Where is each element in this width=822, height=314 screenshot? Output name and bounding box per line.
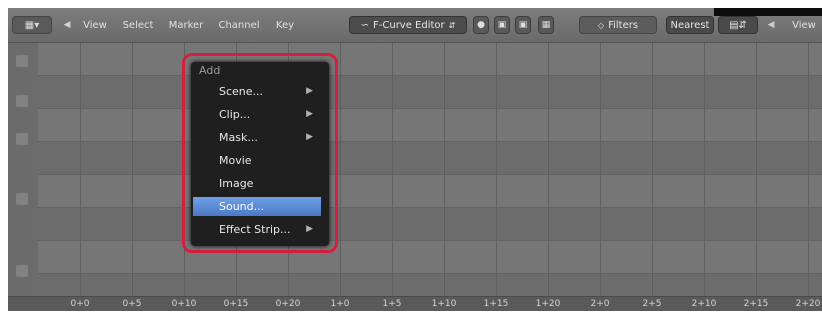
- frame-gridline: [652, 43, 653, 296]
- channel-gutter[interactable]: [8, 43, 39, 296]
- submenu-arrow-icon: ▶: [306, 109, 313, 119]
- menu-view-right[interactable]: View: [786, 16, 822, 34]
- mode-select-label: F-Curve Editor: [373, 19, 445, 31]
- frame-gridline: [808, 43, 809, 296]
- submenu-arrow-icon: ▶: [306, 132, 313, 142]
- channel-marker: [16, 193, 28, 205]
- ruler-tick-label: 1+15: [483, 299, 509, 309]
- add-menu: Add Scene... ▶ Clip... ▶ Mask... ▶ Movie Image S…: [191, 62, 329, 246]
- frame-gridline: [392, 43, 393, 296]
- display-icon[interactable]: ▦: [538, 16, 554, 34]
- ruler-tick-label: 2+20: [795, 299, 821, 309]
- ruler-tick-label: 0+10: [171, 299, 197, 309]
- menu-channel[interactable]: Channel: [214, 16, 264, 34]
- sequencer-editor[interactable]: ▦▾ ◀ View Select Marker Channel Key ∽ F-…: [8, 8, 822, 311]
- updown-icon: ⇵: [448, 20, 456, 30]
- filter-icon: ◇: [597, 20, 605, 30]
- frame-gridline: [548, 43, 549, 296]
- ruler-tick-label: 2+15: [743, 299, 769, 309]
- nearest-label: Nearest: [670, 19, 710, 31]
- frame-gridline: [444, 43, 445, 296]
- menu-select[interactable]: Select: [118, 16, 158, 34]
- add-menu-item-effect-strip[interactable]: Effect Strip... ▶: [193, 220, 321, 239]
- ruler-tick-label: 1+10: [431, 299, 457, 309]
- menu-item-label: Mask...: [219, 131, 258, 144]
- menu-item-label: Scene...: [219, 85, 264, 98]
- submenu-arrow-icon: ▶: [306, 86, 313, 96]
- menu-item-label: Clip...: [219, 108, 251, 121]
- ruler-tick-label: 1+0: [330, 299, 350, 309]
- menu-item-label: Sound...: [219, 200, 265, 213]
- frame-gridline: [704, 43, 705, 296]
- frame-gridline: [132, 43, 133, 296]
- add-menu-title: Add: [199, 64, 221, 77]
- add-menu-item-movie[interactable]: Movie: [193, 151, 321, 170]
- editor-header: ▦▾ ◀ View Select Marker Channel Key ∽ F-…: [8, 8, 822, 43]
- frame-gridline: [340, 43, 341, 296]
- channel-marker: [16, 133, 28, 145]
- ruler-tick-label: 0+0: [70, 299, 90, 309]
- add-menu-item-image[interactable]: Image: [193, 174, 321, 193]
- channel-marker: [16, 265, 28, 277]
- channel-marker: [16, 55, 28, 67]
- ruler-tick-label: 2+5: [642, 299, 662, 309]
- preview-icon[interactable]: ▣: [494, 16, 510, 34]
- collapse-menus-icon[interactable]: ◀: [60, 16, 74, 34]
- menu-view[interactable]: View: [78, 16, 112, 34]
- submenu-arrow-icon: ▶: [306, 224, 313, 234]
- ruler-tick-label: 0+5: [122, 299, 142, 309]
- menu-key[interactable]: Key: [270, 16, 300, 34]
- mode-select[interactable]: ∽ F-Curve Editor ⇵: [349, 16, 467, 34]
- ruler-tick-label: 0+20: [275, 299, 301, 309]
- menu-item-label: Movie: [219, 154, 252, 167]
- ruler-tick-label: 1+20: [535, 299, 561, 309]
- frame-gridline: [80, 43, 81, 296]
- frame-gridline: [496, 43, 497, 296]
- collapse-right-icon[interactable]: ◀: [764, 16, 778, 34]
- add-menu-item-scene[interactable]: Scene... ▶: [193, 82, 321, 101]
- menu-marker[interactable]: Marker: [164, 16, 208, 34]
- editor-type-icon: ▦▾: [24, 19, 40, 31]
- menu-item-label: Effect Strip...: [219, 223, 291, 236]
- ruler-tick-label: 1+5: [382, 299, 402, 309]
- time-ruler[interactable]: 0+0 0+5 0+10 0+15 0+20 1+0 1+5 1+10 1+15 1+20 2+0 2…: [8, 296, 822, 311]
- filters-label: Filters: [608, 19, 639, 31]
- header-dark-strip: [714, 8, 822, 16]
- filters-button[interactable]: ◇ Filters: [579, 16, 657, 34]
- ruler-tick-label: 0+15: [223, 299, 249, 309]
- snap-icon: ▤⇵: [729, 19, 747, 31]
- frame-gridline: [600, 43, 601, 296]
- overlay-icon[interactable]: ▣: [515, 16, 531, 34]
- ruler-tick-label: 2+0: [590, 299, 610, 309]
- view-icon[interactable]: ●: [473, 16, 489, 34]
- ruler-tick-label: 2+10: [691, 299, 717, 309]
- editor-type-selector[interactable]: ▦▾: [12, 16, 52, 34]
- add-menu-item-clip[interactable]: Clip... ▶: [193, 105, 321, 124]
- snap-selector[interactable]: ▤⇵: [718, 16, 758, 34]
- add-menu-item-mask[interactable]: Mask... ▶: [193, 128, 321, 147]
- nearest-button[interactable]: Nearest: [666, 16, 714, 34]
- menu-item-label: Image: [219, 177, 254, 190]
- add-menu-item-sound[interactable]: Sound...: [193, 197, 321, 216]
- curve-icon: ∽: [360, 19, 370, 31]
- channel-marker: [16, 95, 28, 107]
- frame-gridline: [756, 43, 757, 296]
